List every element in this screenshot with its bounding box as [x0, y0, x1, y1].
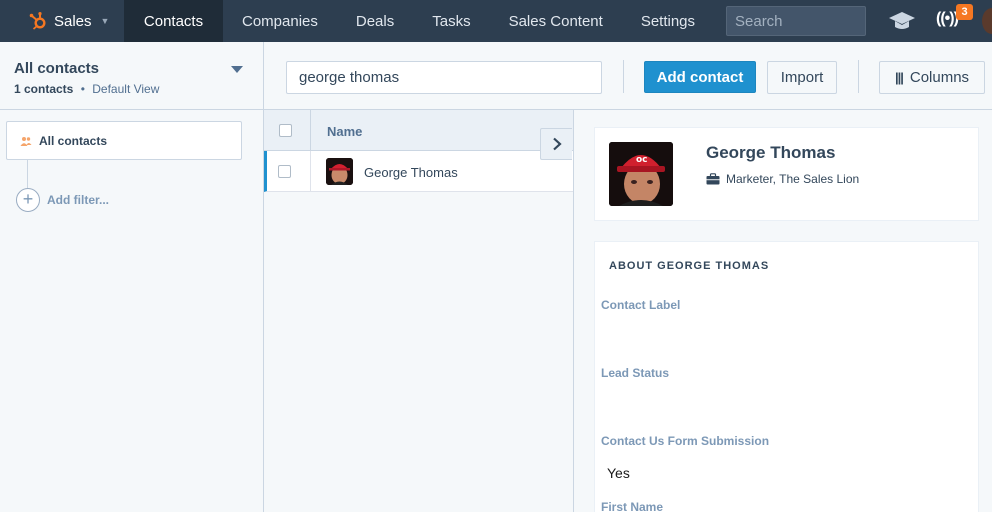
property-label-contact-label: Contact Label [601, 298, 681, 312]
add-filter-button[interactable]: + Add filter... [16, 188, 109, 212]
contact-search-input[interactable] [286, 61, 602, 94]
table-header: Name [264, 110, 558, 151]
user-avatar[interactable] [982, 8, 992, 34]
chevron-down-icon: ▼ [100, 16, 110, 26]
property-label-lead-status: Lead Status [601, 366, 670, 380]
tab-deals[interactable]: Deals [337, 0, 413, 42]
toolbar-divider [858, 60, 859, 93]
chevron-right-icon [552, 137, 562, 151]
row-select-cell [267, 151, 311, 191]
view-selector[interactable]: All contacts 1 contacts • Default View [0, 42, 263, 110]
job-text: Marketer, The Sales Lion [726, 172, 860, 186]
contact-photo[interactable]: oc [609, 142, 673, 206]
tab-companies[interactable]: Companies [223, 0, 337, 42]
plus-circle-icon: + [16, 188, 40, 212]
table-row[interactable]: George Thomas [264, 151, 558, 192]
about-section-title[interactable]: ABOUT GEORGE THOMAS [609, 260, 769, 272]
tab-contacts[interactable]: Contacts [124, 0, 223, 42]
separator-dot: • [80, 82, 85, 96]
view-type-label: Default View [92, 82, 160, 96]
top-navigation-bar: Sales ▼ Contacts Companies Deals Tasks S… [0, 0, 992, 42]
add-filter-label: Add filter... [47, 193, 110, 207]
columns-button[interactable]: ||| Columns [879, 61, 985, 94]
tab-sales-content[interactable]: Sales Content [490, 0, 622, 42]
select-all-cell [264, 110, 311, 151]
columns-icon: ||| [894, 70, 904, 85]
contact-job-title: Marketer, The Sales Lion [706, 172, 859, 186]
import-button[interactable]: Import [767, 61, 837, 94]
notification-count-badge: 3 [956, 4, 973, 20]
property-label-first-name: First Name [601, 500, 664, 512]
about-contact-card: ABOUT GEORGE THOMAS Contact Label Lead S… [594, 241, 979, 512]
contacts-table: Name George Thomas [264, 110, 574, 512]
select-all-checkbox[interactable] [279, 124, 292, 137]
property-label-contact-form: Contact Us Form Submission [601, 434, 770, 448]
view-title: All contacts [14, 60, 100, 77]
caret-down-icon[interactable] [231, 66, 243, 73]
collapse-preview-button[interactable] [540, 128, 572, 160]
sales-hub-menu[interactable]: Sales ▼ [0, 0, 124, 42]
filter-connector-line [27, 160, 28, 188]
contacts-toolbar: Add contact Import ||| Columns [264, 42, 992, 110]
column-header-name[interactable]: Name [327, 124, 362, 139]
brand-label: Sales [54, 12, 92, 30]
contact-preview-panel: oc George Thomas Marketer, The Sales Lio… [573, 110, 992, 512]
people-icon [20, 136, 32, 146]
svg-text:oc: oc [636, 155, 648, 165]
contact-avatar [326, 158, 353, 185]
contact-profile-card: oc George Thomas Marketer, The Sales Lio… [594, 127, 979, 221]
toolbar-divider [623, 60, 624, 93]
filter-label: All contacts [39, 133, 108, 148]
contact-name-link[interactable]: George Thomas [364, 165, 458, 180]
briefcase-icon [706, 173, 720, 185]
contact-full-name: George Thomas [706, 143, 836, 162]
property-value-contact-form[interactable]: Yes [607, 465, 630, 481]
contact-count: 1 contacts [14, 82, 74, 96]
contacts-sidebar: All contacts 1 contacts • Default View A… [0, 42, 264, 512]
filter-all-contacts[interactable]: All contacts [6, 121, 242, 160]
row-checkbox[interactable] [278, 165, 291, 178]
view-subtitle: 1 contacts • Default View [14, 82, 249, 96]
add-contact-button[interactable]: Add contact [644, 61, 756, 93]
columns-label: Columns [909, 69, 970, 86]
global-search-input[interactable] [726, 6, 866, 36]
tab-tasks[interactable]: Tasks [413, 0, 489, 42]
graduation-cap-icon[interactable] [888, 9, 916, 33]
hubspot-logo-icon [29, 12, 46, 30]
tab-settings[interactable]: Settings [622, 0, 714, 42]
